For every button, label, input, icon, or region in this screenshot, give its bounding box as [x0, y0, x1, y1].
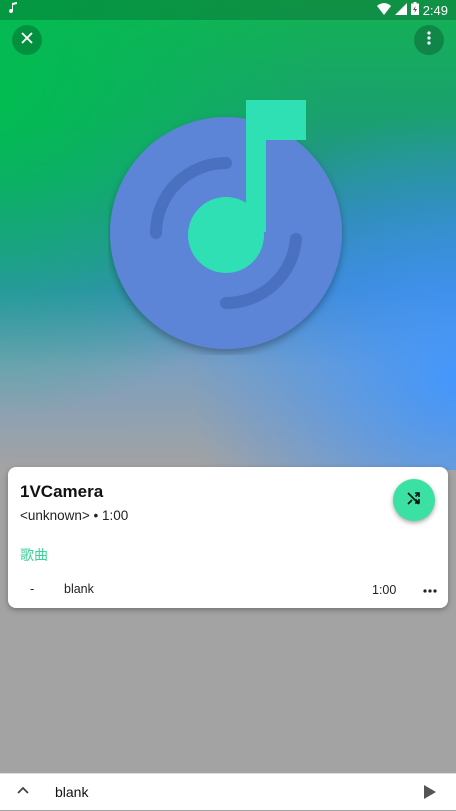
close-icon [21, 31, 33, 49]
track-duration: 1:00 [372, 583, 397, 597]
mini-player[interactable]: blank [0, 773, 456, 810]
battery-charging-icon [410, 2, 419, 18]
more-vert-icon [427, 30, 431, 50]
track-more-button[interactable] [418, 577, 442, 601]
chevron-up-icon[interactable] [14, 782, 32, 800]
shuffle-icon [406, 490, 422, 511]
overflow-menu-button[interactable] [414, 25, 444, 55]
album-info-card: 1VCamera <unknown> • 1:00 歌曲 - blank 1:0… [8, 467, 448, 608]
track-index: - [30, 582, 35, 596]
music-note-icon [8, 2, 18, 17]
album-title: 1VCamera [20, 482, 104, 501]
shuffle-button[interactable] [393, 479, 435, 521]
signal-icon [394, 2, 407, 18]
close-button[interactable] [12, 25, 42, 55]
play-icon[interactable] [420, 783, 438, 801]
wifi-icon [376, 2, 391, 18]
status-bar: 2:49 [0, 0, 456, 20]
album-art [108, 95, 348, 355]
clock: 2:49 [422, 2, 448, 18]
mini-player-track: blank [55, 784, 89, 800]
more-horiz-icon [423, 582, 437, 596]
album-subtitle: <unknown> • 1:00 [20, 508, 129, 523]
track-name: blank [64, 582, 94, 596]
music-disc-icon [110, 100, 342, 349]
section-label-songs: 歌曲 [20, 547, 48, 563]
track-row[interactable]: - blank 1:00 [8, 577, 448, 603]
